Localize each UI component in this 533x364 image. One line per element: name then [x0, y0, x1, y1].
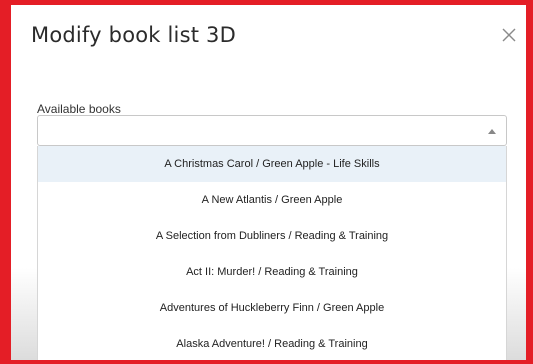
- dialog-title: Modify book list 3D: [31, 23, 236, 47]
- dropdown-option[interactable]: Alaska Adventure! / Reading & Training: [38, 326, 506, 360]
- available-books-label: Available books: [37, 102, 121, 116]
- dropdown-option[interactable]: A Christmas Carol / Green Apple - Life S…: [38, 146, 506, 182]
- dropdown-option[interactable]: Act II: Murder! / Reading & Training: [38, 254, 506, 290]
- modify-book-list-dialog: Modify book list 3D Available books A Ch…: [11, 5, 526, 360]
- available-books-dropdown: A Christmas Carol / Green Apple - Life S…: [37, 146, 507, 360]
- close-button[interactable]: [499, 25, 519, 45]
- dropdown-option[interactable]: A New Atlantis / Green Apple: [38, 182, 506, 218]
- dropdown-option[interactable]: Adventures of Huckleberry Finn / Green A…: [38, 290, 506, 326]
- close-icon: [502, 28, 516, 42]
- available-books-select[interactable]: [37, 115, 507, 146]
- dropdown-option[interactable]: A Selection from Dubliners / Reading & T…: [38, 218, 506, 254]
- caret-up-icon: [488, 129, 496, 134]
